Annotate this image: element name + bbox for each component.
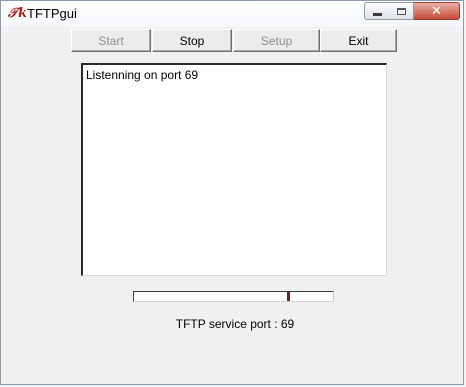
status-label: TFTP service port : 69 bbox=[175, 317, 295, 331]
minimize-icon bbox=[372, 12, 382, 16]
progress-bar bbox=[133, 291, 334, 302]
tftpgui-window: 𝒯k TFTPgui ✕ Start Stop Setup Exit Liste… bbox=[0, 0, 464, 385]
main-panel: Start Stop Setup Exit Listenning on port… bbox=[7, 27, 457, 379]
exit-button[interactable]: Exit bbox=[320, 29, 397, 52]
progress-marker bbox=[287, 292, 290, 301]
title-bar[interactable]: 𝒯k TFTPgui ✕ bbox=[1, 1, 463, 27]
setup-button[interactable]: Setup bbox=[233, 29, 320, 52]
close-icon: ✕ bbox=[431, 3, 442, 18]
log-textbox[interactable]: Listenning on port 69 bbox=[81, 63, 387, 276]
start-button[interactable]: Start bbox=[71, 29, 151, 52]
log-line: Listenning on port 69 bbox=[86, 68, 199, 82]
window-title: TFTPgui bbox=[27, 6, 77, 21]
maximize-icon bbox=[396, 7, 406, 15]
minimize-button[interactable] bbox=[364, 2, 390, 20]
tftpgui-app-icon[interactable]: 𝒯k bbox=[8, 7, 27, 21]
stop-button[interactable]: Stop bbox=[152, 29, 232, 52]
maximize-button[interactable] bbox=[389, 2, 414, 20]
close-button[interactable]: ✕ bbox=[414, 2, 460, 20]
